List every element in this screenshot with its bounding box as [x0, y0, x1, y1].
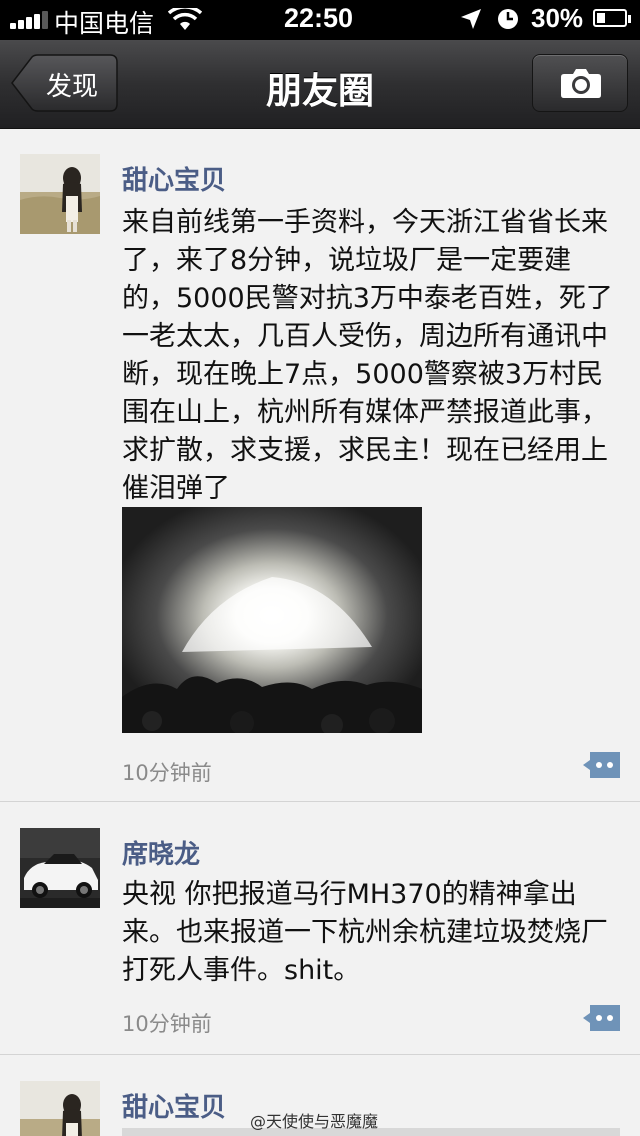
status-bar: 中国电信 22:50 30%	[0, 0, 640, 40]
avatar[interactable]	[20, 1081, 100, 1136]
location-arrow-icon	[459, 7, 483, 36]
battery-percent: 30%	[531, 3, 584, 33]
comment-icon	[583, 752, 620, 778]
signal-strength-icon	[10, 11, 48, 29]
post-username[interactable]: 甜心宝贝	[122, 1087, 226, 1124]
avatar[interactable]	[20, 828, 100, 908]
status-time: 22:50	[284, 3, 354, 33]
camera-icon	[561, 69, 601, 98]
camera-button[interactable]	[532, 54, 628, 112]
battery-icon	[593, 9, 631, 29]
post-username[interactable]: 席晓龙	[122, 834, 200, 871]
comment-button[interactable]	[582, 1003, 622, 1033]
navigation-bar: 发现 朋友圈	[0, 40, 640, 129]
feed-post: 甜心宝贝 来自前线第一手资料，今天浙江省省长来了，来了8分钟，说垃圾厂是一定要建…	[0, 128, 640, 801]
wifi-icon	[167, 5, 203, 37]
feed-post: 席晓龙 央视 你把报道马行MH370的精神拿出来。也来报道一下杭州余杭建垃圾焚烧…	[0, 802, 640, 1054]
watermark: @天使使与恶魔魔	[250, 1112, 379, 1131]
carrier-name: 中国电信	[54, 9, 155, 38]
comment-button[interactable]	[582, 750, 622, 780]
post-timestamp: 10分钟前	[122, 1012, 212, 1036]
avatar[interactable]	[20, 154, 100, 234]
post-timestamp: 10分钟前	[122, 761, 212, 785]
post-username[interactable]: 甜心宝贝	[122, 160, 226, 197]
post-text: 来自前线第一手资料，今天浙江省省长来了，来了8分钟，说垃圾厂是一定要建的，500…	[122, 207, 613, 504]
post-text: 央视 你把报道马行MH370的精神拿出来。也来报道一下杭州余杭建垃圾焚烧厂打死人…	[122, 879, 608, 986]
post-photo[interactable]	[122, 507, 422, 733]
alarm-clock-icon	[497, 8, 519, 35]
comment-icon	[583, 1005, 620, 1031]
